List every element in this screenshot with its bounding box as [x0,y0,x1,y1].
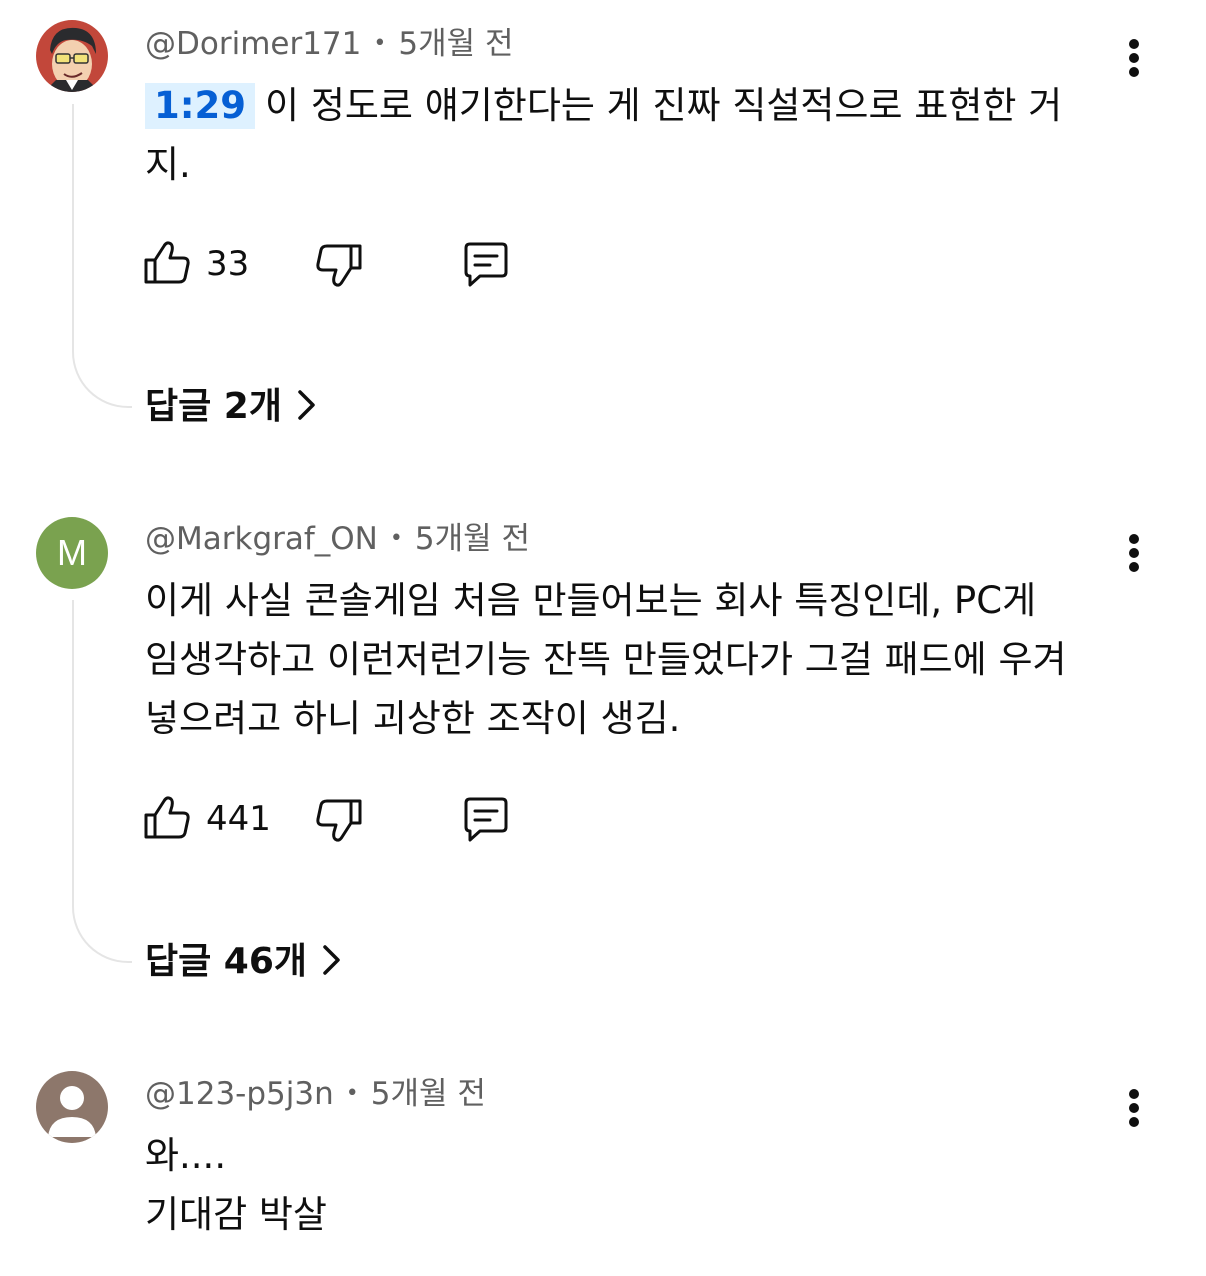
vertical-ellipsis-icon [1129,39,1139,49]
comment-text-line: 와.... [145,1134,227,1177]
like-count: 33 [206,244,250,284]
thread-line [72,600,132,963]
avatar-letter: M [57,532,87,573]
comment-reply-icon[interactable] [458,236,514,292]
illustrated-character-avatar-icon [36,20,108,92]
thumbs-up-icon[interactable] [140,236,196,292]
timestamp-link[interactable]: 1:29 [145,83,256,129]
comment-time: 5개월 전 [370,1076,486,1112]
more-options-button[interactable] [1118,1086,1150,1130]
vertical-ellipsis-icon [1129,534,1139,544]
comment-reply-icon[interactable] [458,791,514,847]
comment-text: 1:29 이 정도로 얘기한다는 게 진짜 직설적으로 표현한 거 지. [145,76,1130,194]
user-avatar[interactable] [36,1071,108,1143]
comment-text-line: 넣으려고 하니 괴상한 조작이 생김. [145,697,681,740]
comment-meta: @123-p5j3n • 5개월 전 [145,1074,486,1114]
chevron-right-icon [323,945,340,975]
thumbs-down-icon[interactable] [310,236,366,292]
comment-text-line: 이 정도로 얘기한다는 게 진짜 직설적으로 표현한 거 [265,84,1063,127]
thread-line [72,104,132,408]
comment-text-line: 임생각하고 이런저런기능 잔뜩 만들었다가 그걸 패드에 우겨 [145,638,1067,681]
author-name[interactable]: @Dorimer171 [145,26,361,62]
default-user-avatar-icon [36,1071,108,1143]
author-name[interactable]: @Markgraf_ON [145,521,378,557]
thumbs-down-icon[interactable] [310,791,366,847]
thumbs-up-icon[interactable] [140,791,196,847]
comment-text-line: 지. [145,143,191,186]
replies-label: 답글 2개 [145,386,282,427]
user-avatar[interactable] [36,20,108,92]
view-replies-button[interactable]: 답글 46개 [145,938,343,986]
comment-text-line: 기대감 박살 [145,1193,327,1236]
user-avatar[interactable]: M [36,517,108,589]
comment-text: 와.... 기대감 박살 [145,1126,1130,1244]
more-options-button[interactable] [1118,36,1150,80]
more-options-button[interactable] [1118,531,1150,575]
comment-text: 이게 사실 콘솔게임 처음 만들어보는 회사 특징인데, PC게 임생각하고 이… [145,571,1130,748]
comment-text-line: 이게 사실 콘솔게임 처음 만들어보는 회사 특징인데, PC게 [145,579,1037,622]
comment-meta: @Dorimer171 • 5개월 전 [145,24,514,64]
separator-dot: • [345,1081,359,1106]
replies-label: 답글 46개 [145,941,307,982]
comment-meta: @Markgraf_ON • 5개월 전 [145,519,530,559]
comment-time: 5개월 전 [398,26,514,62]
separator-dot: • [373,31,387,56]
view-replies-button[interactable]: 답글 2개 [145,383,318,431]
chevron-right-icon [298,390,315,420]
separator-dot: • [389,526,403,551]
like-count: 441 [206,799,271,839]
author-name[interactable]: @123-p5j3n [145,1076,334,1112]
vertical-ellipsis-icon [1129,1089,1139,1099]
comment-time: 5개월 전 [414,521,530,557]
